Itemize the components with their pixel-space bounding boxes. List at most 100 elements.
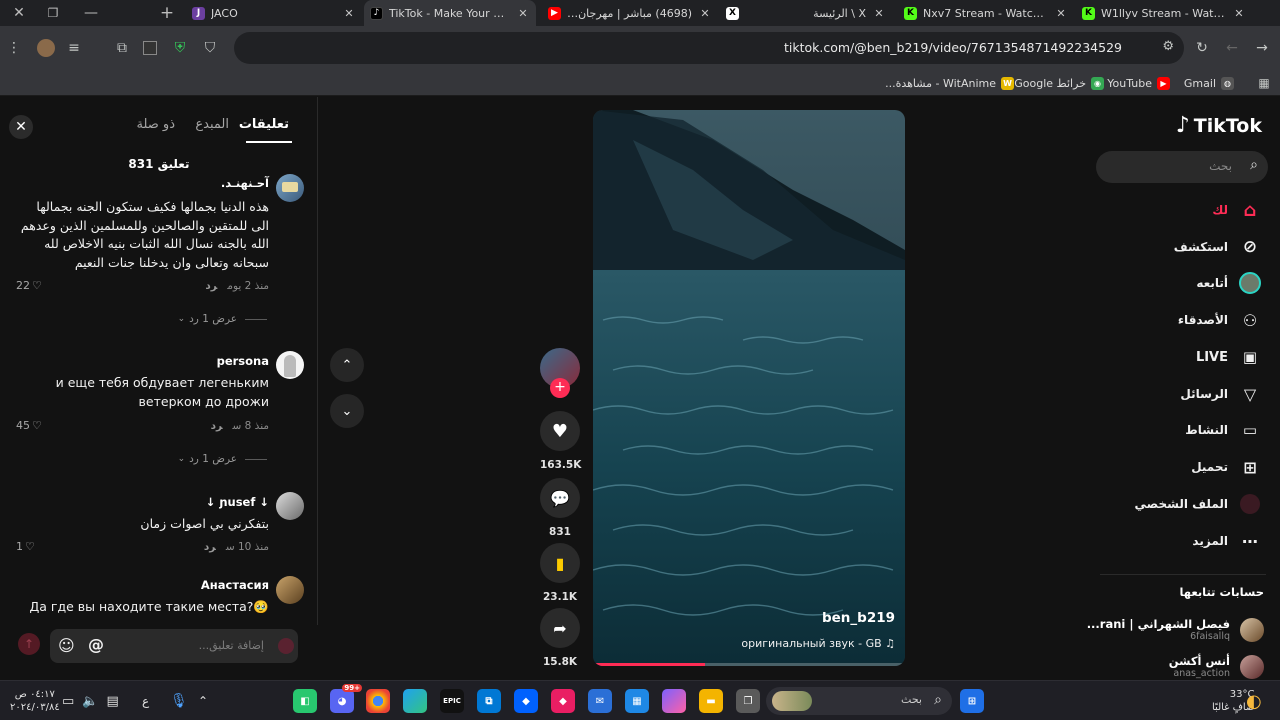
send-comment-button[interactable]: ↑ xyxy=(18,633,40,655)
save-action[interactable]: ▮ 23.1K xyxy=(540,543,580,603)
tab-tiktok[interactable]: ✕ TikTok - Make Your Day ♪ xyxy=(364,0,536,26)
address-bar[interactable]: tiktok.com/@ben_b219/video/7671354871492… xyxy=(234,32,1184,64)
microphone-icon[interactable]: 🎙 xyxy=(170,681,188,720)
tab-related[interactable]: ذو صلة xyxy=(136,117,175,132)
window-minimize-icon[interactable]: — xyxy=(72,0,110,26)
dropbox-icon[interactable]: ◆ xyxy=(514,689,538,713)
avatar[interactable] xyxy=(276,492,304,520)
discord-icon[interactable]: ◕ 99+ xyxy=(330,684,362,713)
tab-jaco[interactable]: ✕ JACO J xyxy=(186,0,362,26)
media-control-icon[interactable]: ≡ xyxy=(62,26,86,70)
system-tray[interactable]: ▭ 🔈 ▤ xyxy=(62,681,119,720)
avatar[interactable] xyxy=(276,351,304,379)
reply-button[interactable]: رد xyxy=(204,541,216,553)
bookmark-youtube[interactable]: ▶ YouTube xyxy=(1107,74,1170,92)
tab-x[interactable]: ✕ X \ الرئيسة X xyxy=(720,0,892,26)
video-sound[interactable]: ♫ оригинальный звук - GB xyxy=(741,637,895,650)
reply-button[interactable]: رد xyxy=(211,420,223,432)
tab-kick-w1llyv[interactable]: ✕ W1llyv Stream - Watch Live K xyxy=(1076,0,1252,26)
following-account[interactable]: فيصل الشهراني | rani... 6faisallq xyxy=(1087,617,1264,642)
avatar[interactable] xyxy=(276,174,304,202)
video-author[interactable]: ben_b219 xyxy=(822,610,895,626)
nav-upload[interactable]: ⊞ تحميل xyxy=(1191,455,1262,479)
network-icon[interactable]: ▤ xyxy=(106,694,118,709)
bookmark-gmail[interactable]: ◍ Gmail xyxy=(1184,74,1234,92)
share-action[interactable]: ➦ 15.8K xyxy=(540,608,580,668)
comment-likes[interactable]: 1 ♡ xyxy=(16,540,35,553)
copilot-icon[interactable] xyxy=(662,689,686,713)
file-explorer-icon[interactable]: ▬ xyxy=(699,689,723,713)
edge-icon[interactable] xyxy=(403,689,427,713)
comment-input[interactable]: إضافة تعليق... ☺ @ xyxy=(50,629,298,663)
video-player[interactable]: ben_b219 ♫ оригинальный звук - GB xyxy=(593,110,905,666)
mention-icon[interactable]: @ xyxy=(88,635,104,654)
author-avatar-button[interactable]: + xyxy=(540,348,580,398)
nav-activity[interactable]: ▭ النشاط xyxy=(1185,418,1262,442)
reply-button[interactable]: رد xyxy=(205,280,217,292)
tab-youtube-live[interactable]: ✕ (4698) مباشر | مهرجان ك ▶ xyxy=(542,0,718,26)
search-icon[interactable]: ⌕ xyxy=(1250,157,1258,173)
comment-button[interactable]: 💬 xyxy=(540,478,580,518)
reload-icon[interactable]: ↻ xyxy=(1190,26,1214,70)
taskbar-app-icon[interactable]: ◧ xyxy=(293,689,317,713)
bookmark-google-maps[interactable]: ◉ خرائط Google xyxy=(1014,74,1104,92)
emoji-icon[interactable]: ☺ xyxy=(58,636,75,655)
view-replies-button[interactable]: عرض 1 رد ⌄ xyxy=(178,453,267,465)
volume-icon[interactable]: 🔈 xyxy=(82,694,98,709)
tab-close-icon[interactable]: ✕ xyxy=(698,7,712,20)
bookmark-witanime[interactable]: W WitAnime - مشاهدة... xyxy=(885,74,1014,92)
language-indicator[interactable]: ع xyxy=(142,681,149,720)
comment-author[interactable]: persona xyxy=(217,354,269,368)
taskbar-search[interactable]: ⌕ بحث xyxy=(766,687,952,715)
nav-friends[interactable]: ⚇ الأصدقاء xyxy=(1178,308,1262,332)
like-button[interactable]: ♥ xyxy=(540,411,580,451)
share-button[interactable]: ➦ xyxy=(540,608,580,648)
save-button[interactable]: ▮ xyxy=(540,543,580,583)
tab-close-icon[interactable]: ✕ xyxy=(516,7,530,20)
forward-icon[interactable]: ← xyxy=(1220,26,1244,70)
shield-extension-icon[interactable]: ⛨ xyxy=(168,26,192,70)
follow-plus-icon[interactable]: + xyxy=(550,378,570,398)
tiktok-logo[interactable]: ♪ TikTok xyxy=(1176,113,1262,138)
comment-author[interactable]: Анастасия xyxy=(201,578,269,592)
video-progress-bar[interactable] xyxy=(593,663,905,666)
window-restore-icon[interactable]: ❐ xyxy=(34,0,72,26)
app-red-icon[interactable]: ◆ xyxy=(551,689,575,713)
tab-kick-nxv7[interactable]: ✕ Nxv7 Stream - Watch Live K xyxy=(898,0,1074,26)
nav-more[interactable]: ⋯ المزيد xyxy=(1192,529,1262,553)
comment-action[interactable]: 💬 831 xyxy=(540,478,580,538)
comment-author[interactable]: آحـنهنـد. xyxy=(221,176,269,190)
photos-icon[interactable]: ▦ xyxy=(625,689,649,713)
extension-icon[interactable] xyxy=(138,26,162,70)
store-icon[interactable]: ⧉ xyxy=(477,689,501,713)
close-comments-button[interactable]: ✕ xyxy=(9,115,33,139)
start-windows-icon[interactable]: ⊞ xyxy=(960,689,984,713)
nav-following[interactable]: أتابعه xyxy=(1196,271,1262,295)
like-action[interactable]: ♥ 163.5K xyxy=(540,411,581,471)
epic-games-icon[interactable]: EPIC xyxy=(440,689,464,713)
tab-close-icon[interactable]: ✕ xyxy=(1054,7,1068,20)
clock[interactable]: ٠٤:١٧ ص ٢٠٢٤/٠٣/٨٤ xyxy=(10,681,60,720)
extensions-icon[interactable]: ⧉ xyxy=(110,26,134,70)
comment-likes[interactable]: 22 ♡ xyxy=(16,279,42,292)
tray-chevron-up-icon[interactable]: ⌃ xyxy=(198,681,208,720)
profile-avatar[interactable] xyxy=(34,26,58,70)
tab-creator[interactable]: المبدع xyxy=(195,117,229,132)
next-video-button[interactable]: ⌄ xyxy=(330,394,364,428)
nav-explore[interactable]: ⊘ استكشف xyxy=(1174,235,1262,259)
new-tab-icon[interactable]: + xyxy=(148,0,186,26)
previous-video-button[interactable]: ⌃ xyxy=(330,348,364,382)
nav-live[interactable]: ▣ LIVE xyxy=(1196,345,1262,369)
nav-messages[interactable]: ▽ الرسائل xyxy=(1180,382,1262,406)
avatar[interactable] xyxy=(276,576,304,604)
site-settings-icon[interactable]: ⚙ xyxy=(1162,39,1174,54)
window-close-icon[interactable]: ✕ xyxy=(0,0,38,26)
tab-close-icon[interactable]: ✕ xyxy=(872,7,886,20)
tab-close-icon[interactable]: ✕ xyxy=(1232,7,1246,20)
comment-likes[interactable]: 45 ♡ xyxy=(16,419,42,432)
tiktok-search-input[interactable]: بحث ⌕ xyxy=(1096,151,1268,183)
following-account[interactable]: أنس أكشن anas_action xyxy=(1169,654,1264,679)
mail-icon[interactable]: ✉ xyxy=(588,689,612,713)
chrome-icon[interactable] xyxy=(366,689,390,713)
view-replies-button[interactable]: عرض 1 رد ⌄ xyxy=(178,313,267,325)
